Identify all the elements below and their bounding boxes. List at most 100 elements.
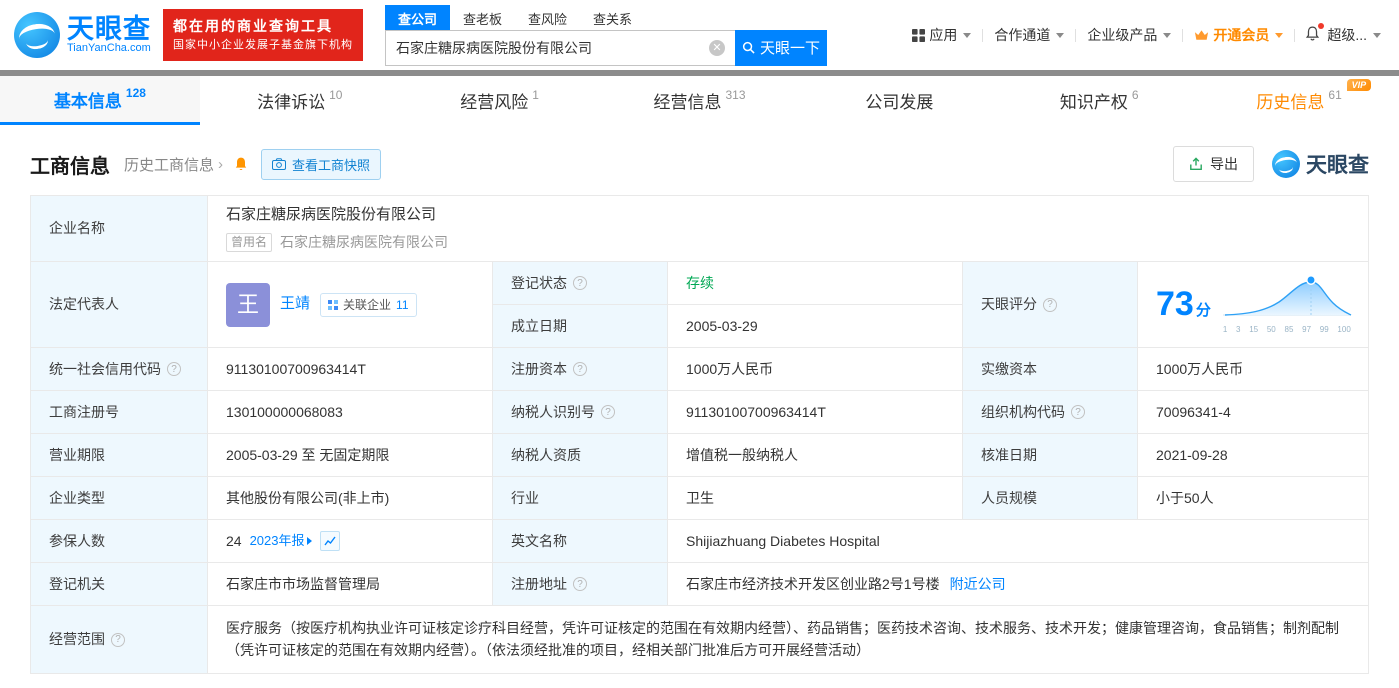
tab-intellectual-property[interactable]: 知识产权 6 [999, 76, 1199, 125]
search-tab-boss[interactable]: 查老板 [450, 5, 515, 30]
nav-account[interactable]: 超级... [1323, 25, 1385, 45]
label-text: 经营范围 [49, 631, 105, 647]
export-button[interactable]: 导出 [1173, 146, 1254, 182]
paid-capital-label: 实缴资本 [963, 348, 1138, 391]
nav-apps[interactable]: 应用 [908, 25, 975, 45]
tab-count: 128 [125, 86, 146, 100]
nav-account-label: 超级... [1327, 27, 1367, 43]
taxpayer-quality: 增值税一般纳税人 [686, 446, 798, 463]
view-snapshot-button[interactable]: 查看工商快照 [261, 148, 382, 180]
insured-trend-icon[interactable] [319, 531, 340, 551]
tab-label: 知识产权 [1059, 93, 1128, 112]
nav-cooperation[interactable]: 合作通道 [990, 25, 1068, 45]
former-name-tag: 曾用名 [226, 232, 273, 252]
taxpayer-id: 91130100700963414T [686, 403, 826, 420]
credit-code-label: 统一社会信用代码 ? [31, 348, 208, 391]
search-tab-relation[interactable]: 查关系 [580, 5, 645, 30]
legal-rep-name-link[interactable]: 王靖 [280, 293, 310, 316]
company-section-tabs: 基本信息 128 法律诉讼 10 经营风险 1 经营信息 313 公司发展 知识… [0, 76, 1399, 125]
score-label: 天眼评分 ? [963, 262, 1138, 348]
nav-divider [1075, 28, 1077, 42]
tab-business-info[interactable]: 经营信息 313 [600, 76, 800, 125]
label-text: 人员规模 [981, 489, 1037, 506]
annual-report-label: 2023年报 [249, 533, 305, 549]
business-term-cell: 2005-03-29 至 无固定期限 [208, 434, 493, 477]
export-label: 导出 [1210, 156, 1238, 172]
help-icon[interactable]: ? [111, 632, 125, 647]
search-input-wrap: ✕ [385, 29, 735, 66]
export-icon [1190, 157, 1202, 170]
reg-number-cell: 130100000068083 [208, 391, 493, 434]
establish-date-label: 成立日期 [493, 305, 668, 348]
score-unit: 分 [1195, 301, 1211, 319]
reg-number-label: 工商注册号 [31, 391, 208, 434]
approval-date-label: 核准日期 [963, 434, 1138, 477]
reg-authority-cell: 石家庄市市场监督管理局 [208, 563, 493, 606]
company-name-label: 企业名称 [31, 196, 208, 262]
tab-operation-risk[interactable]: 经营风险 1 [400, 76, 600, 125]
help-icon[interactable]: ? [573, 362, 587, 376]
label-text: 工商注册号 [49, 403, 119, 420]
tianyancha-logo[interactable]: 天眼查 TianYanCha.com [14, 12, 151, 58]
tab-company-development[interactable]: 公司发展 [799, 76, 999, 125]
axis-tick: 1 [1222, 325, 1228, 334]
nav-open-membership[interactable]: 开通会员 [1190, 25, 1287, 45]
nav-enterprise-products[interactable]: 企业级产品 [1083, 25, 1175, 45]
legal-rep-label: 法定代表人 [31, 262, 208, 348]
section-title: 工商信息 [30, 155, 110, 178]
notifications-bell[interactable] [1302, 23, 1325, 45]
chevron-right-icon: › [218, 155, 224, 173]
history-business-info-link[interactable]: 历史工商信息 › [124, 154, 223, 175]
tab-basic-info[interactable]: 基本信息 128 [0, 76, 200, 125]
toolbar-right: 导出 天眼查 [1173, 146, 1369, 182]
business-info-toolbar: 工商信息 历史工商信息 › 查看工商快照 导出 天眼查 [0, 146, 1399, 182]
top-nav: 应用 合作通道 企业级产品 开通会员 超级... [908, 23, 1385, 45]
tab-count: 6 [1131, 87, 1139, 102]
help-icon[interactable]: ? [601, 405, 615, 419]
help-icon[interactable]: ? [573, 577, 587, 591]
business-term: 2005-03-29 至 无固定期限 [226, 446, 390, 463]
company-name-cell: 石家庄糖尿病医院股份有限公司 曾用名 石家庄糖尿病医院有限公司 [208, 196, 1368, 262]
help-icon[interactable]: ? [1043, 297, 1057, 312]
search-tab-company[interactable]: 查公司 [385, 4, 451, 30]
brand-name: 天眼查 [67, 14, 151, 45]
annual-report-link[interactable]: 2023年报 [250, 531, 312, 551]
tab-legal-proceedings[interactable]: 法律诉讼 10 [200, 76, 400, 125]
nearby-companies-link[interactable]: 附近公司 [950, 574, 1006, 595]
monitor-bell-icon[interactable] [233, 156, 249, 172]
score-distribution-chart: 1 3 15 50 85 97 99 100 [1221, 273, 1353, 336]
help-icon[interactable]: ? [1071, 405, 1085, 419]
address-cell: 石家庄市经济技术开发区创业路2号1号楼 附近公司 [668, 563, 1368, 606]
label-text: 参保人数 [49, 532, 105, 549]
table-row: 工商注册号 130100000068083 纳税人识别号 ? 911301007… [31, 391, 1368, 434]
label-text: 组织机构代码 [981, 403, 1065, 420]
label-text: 企业类型 [49, 489, 105, 506]
reg-status-cell: 存续 [668, 262, 963, 305]
history-link-label: 历史工商信息 [124, 156, 215, 174]
scope-cell: 医疗服务（按医疗机构执业许可证核定诊疗科目经营，凭许可证核定的范围在有效期内经营… [208, 606, 1368, 674]
top-header: 天眼查 TianYanCha.com 都在用的商业查询工具 国家中小企业发展子基… [0, 0, 1399, 70]
related-companies-tag[interactable]: 关联企业 11 [320, 292, 417, 317]
label-text: 统一社会信用代码 [49, 360, 161, 377]
help-icon[interactable]: ? [167, 362, 181, 376]
tab-history-info[interactable]: VIP 历史信息 61 [1199, 76, 1399, 125]
tab-label: 公司发展 [865, 93, 934, 112]
search-input[interactable] [386, 39, 709, 56]
search-button[interactable]: 天眼一下 [735, 29, 827, 66]
legal-rep-avatar[interactable]: 王 [226, 282, 270, 327]
credit-code: 91130100700963414T [226, 360, 366, 377]
industry-cell: 卫生 [668, 477, 963, 520]
english-name: Shijiazhuang Diabetes Hospital [686, 532, 880, 549]
search-button-label: 天眼一下 [759, 40, 820, 57]
business-term-label: 营业期限 [31, 434, 208, 477]
org-code-label: 组织机构代码 ? [963, 391, 1138, 434]
grid-icon [328, 299, 339, 310]
search-tab-risk[interactable]: 查风险 [515, 5, 580, 30]
search-type-tabs: 查公司 查老板 查风险 查关系 [385, 4, 827, 30]
company-type-label: 企业类型 [31, 477, 208, 520]
help-icon[interactable]: ? [573, 276, 587, 290]
axis-tick: 85 [1284, 325, 1294, 334]
search-area: 查公司 查老板 查风险 查关系 ✕ 天眼一下 [385, 4, 827, 66]
clear-search-icon[interactable]: ✕ [709, 39, 725, 56]
label-text: 注册资本 [511, 360, 567, 377]
